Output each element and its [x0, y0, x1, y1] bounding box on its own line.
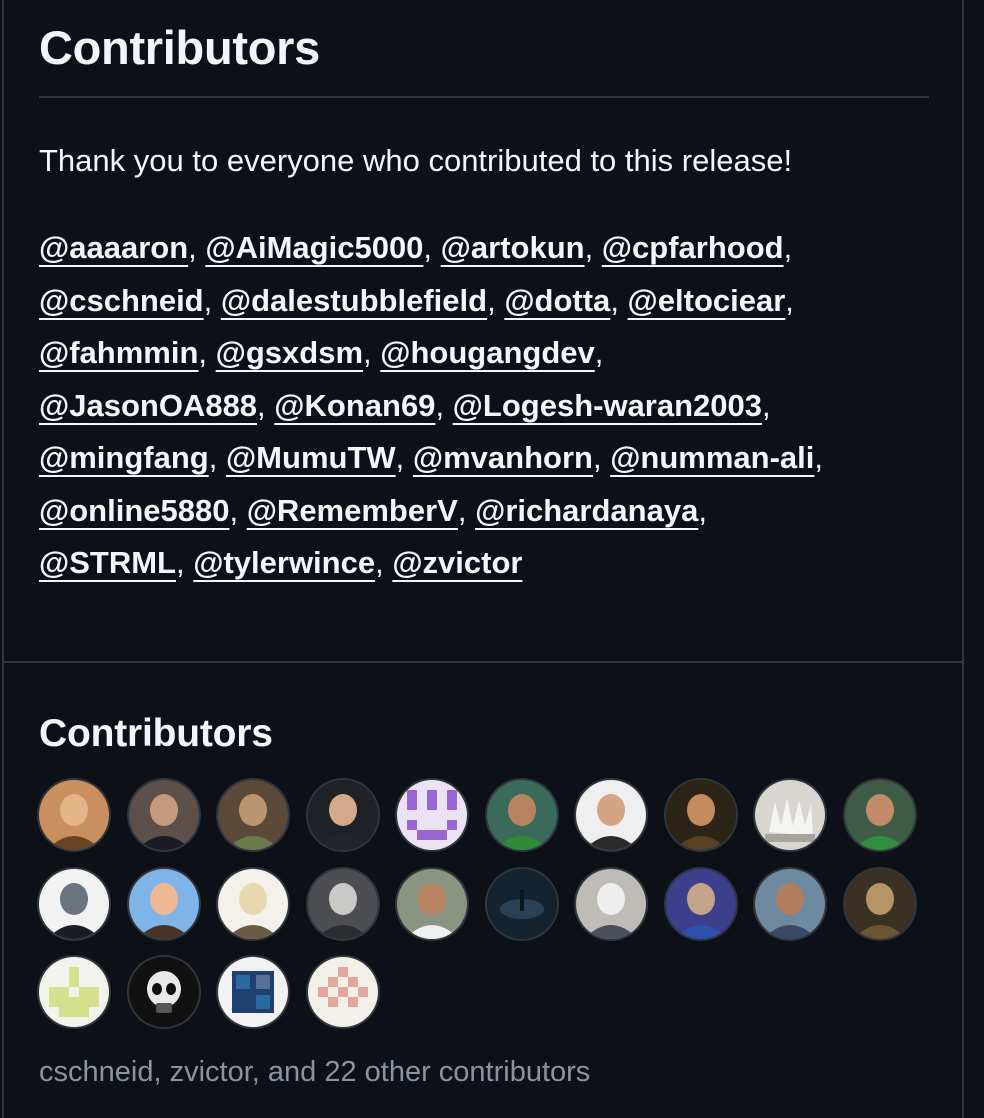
mention-link[interactable]: @cpfarhood: [602, 230, 784, 265]
astronaut-cat-avatar[interactable]: [39, 868, 109, 939]
mention-link[interactable]: @zvictor: [392, 545, 522, 580]
mention-separator: ,: [198, 335, 216, 370]
mention-link[interactable]: @eltociear: [628, 283, 786, 318]
mention-separator: ,: [785, 282, 794, 318]
cat-photo-avatar[interactable]: [307, 868, 378, 939]
mention-line: @aaaaron, @AiMagic5000, @artokun, @cpfar…: [39, 222, 939, 275]
mention-separator: ,: [584, 230, 602, 265]
mention-line: @JasonOA888, @Konan69, @Logesh-waran2003…: [39, 380, 939, 433]
painted-portrait-avatar[interactable]: [844, 868, 915, 939]
mention-separator: ,: [176, 545, 194, 580]
mention-link[interactable]: @hougangdev: [380, 335, 595, 370]
mention-separator: ,: [783, 230, 793, 265]
pink-pixel-identicon[interactable]: [307, 957, 378, 1027]
contributors-summary[interactable]: cschneid, zvictor, and 22 other contribu…: [39, 1052, 590, 1092]
mention-link[interactable]: @numman-ali: [610, 440, 814, 475]
mention-link[interactable]: @JasonOA888: [39, 388, 257, 423]
mention-separator: ,: [375, 545, 393, 580]
man-glasses-white-avatar[interactable]: [576, 780, 646, 850]
mention-link[interactable]: @STRML: [39, 545, 176, 580]
section-divider: [2, 661, 964, 663]
mention-separator: ,: [395, 440, 413, 475]
man-cowboy-hat-avatar[interactable]: [665, 780, 736, 850]
man-outdoor-avatar[interactable]: [755, 868, 825, 939]
mention-separator: ,: [435, 387, 453, 423]
mention-link[interactable]: @Konan69: [274, 388, 435, 423]
mention-link[interactable]: @aaaaron: [39, 230, 188, 265]
mention-link[interactable]: @cschneid: [39, 283, 204, 318]
mention-link[interactable]: @dotta: [504, 283, 610, 318]
mention-separator: ,: [698, 492, 707, 528]
mention-separator: ,: [487, 282, 505, 318]
bm-logo-avatar[interactable]: [218, 957, 288, 1027]
mention-separator: ,: [814, 440, 824, 475]
mention-separator: ,: [188, 230, 206, 265]
mention-link[interactable]: @MumuTW: [226, 440, 396, 475]
man-dark-hair-avatar[interactable]: [307, 780, 378, 850]
mention-separator: ,: [762, 387, 771, 423]
mention-link[interactable]: @fahmmin: [39, 335, 198, 370]
mention-link[interactable]: @richardanaya: [475, 493, 698, 528]
mention-separator: ,: [257, 387, 275, 423]
mention-link[interactable]: @RememberV: [247, 493, 458, 528]
dark-scene-avatar[interactable]: [486, 868, 557, 939]
man-gray-hair-avatar[interactable]: [218, 780, 288, 850]
man-beard-suit-avatar[interactable]: [128, 780, 199, 850]
mention-line: @mingfang, @MumuTW, @mvanhorn, @numman-a…: [39, 432, 939, 485]
skull-avatar[interactable]: [128, 957, 199, 1027]
mention-link[interactable]: @mingfang: [39, 440, 209, 475]
man-green-shirt-avatar[interactable]: [844, 780, 915, 850]
mention-separator: ,: [229, 492, 247, 528]
man-green-jacket-avatar[interactable]: [486, 780, 557, 850]
mention-separator: ,: [203, 282, 221, 318]
mention-separator: ,: [592, 440, 611, 475]
right-border: [962, 0, 964, 1118]
green-pixel-identicon[interactable]: [39, 957, 109, 1027]
mention-separator: ,: [423, 230, 441, 265]
release-contributors-heading: Contributors: [39, 21, 320, 74]
mention-link[interactable]: @tylerwince: [193, 545, 375, 580]
mention-link[interactable]: @online5880: [39, 493, 229, 528]
sketch-portrait-avatar[interactable]: [218, 868, 288, 939]
contributors-heading: Contributors: [39, 712, 273, 755]
mention-separator: ,: [208, 440, 226, 475]
mention-line: @cschneid, @dalestubblefield, @dotta, @e…: [39, 275, 939, 328]
mention-separator: ,: [610, 282, 628, 318]
mention-link[interactable]: @dalestubblefield: [221, 283, 487, 318]
mention-link[interactable]: @gsxdsm: [216, 335, 363, 370]
cat-suit-avatar[interactable]: [576, 868, 646, 939]
mention-separator: ,: [457, 492, 476, 528]
mentions-paragraph: @aaaaron, @AiMagic5000, @artokun, @cpfar…: [39, 222, 939, 590]
mention-line: @online5880, @RememberV, @richardanaya,: [39, 485, 939, 538]
mention-separator: ,: [363, 335, 381, 370]
heading-rule: [39, 96, 929, 98]
mention-link[interactable]: @mvanhorn: [413, 440, 593, 475]
armored-character-avatar[interactable]: [665, 868, 736, 939]
animal-photo-avatar[interactable]: [39, 780, 109, 850]
mention-separator: ,: [594, 335, 604, 370]
mention-line: @fahmmin, @gsxdsm, @hougangdev,: [39, 327, 939, 380]
mention-link[interactable]: @Logesh-waran2003: [453, 388, 762, 423]
man-smiling-avatar[interactable]: [397, 868, 467, 939]
mention-link[interactable]: @artokun: [441, 230, 585, 265]
cartoon-man-avatar[interactable]: [128, 868, 199, 939]
white-sculpture-avatar[interactable]: [755, 780, 825, 850]
mention-link[interactable]: @AiMagic5000: [205, 230, 423, 265]
mention-line: @STRML, @tylerwince, @zvictor: [39, 537, 939, 590]
thanks-message: Thank you to everyone who contributed to…: [39, 143, 793, 178]
left-border: [2, 0, 4, 1118]
purple-pixel-identicon[interactable]: [397, 780, 467, 850]
